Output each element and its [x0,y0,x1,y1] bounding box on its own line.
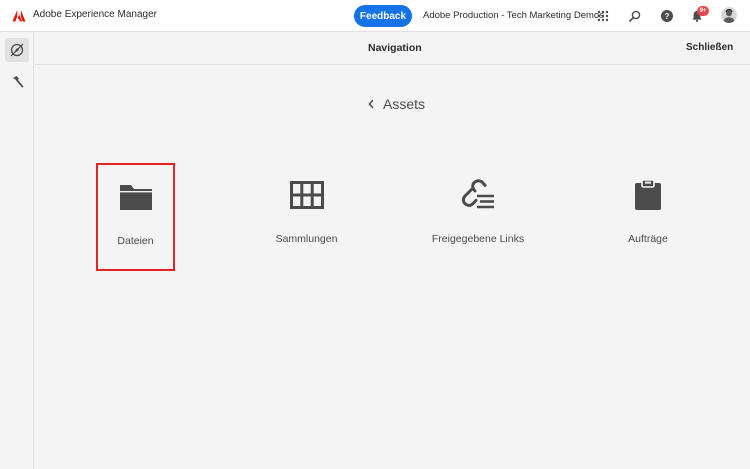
notification-badge: 9+ [697,6,709,16]
shared-link-icon [460,177,496,213]
apps-grid-icon[interactable] [595,8,611,24]
svg-text:?: ? [665,12,670,21]
top-bar: Adobe Experience Manager Feedback Adobe … [0,0,750,32]
tile-label: Dateien [117,235,154,247]
navigation-header: Navigation Schließen [35,32,750,65]
tile-dateien[interactable]: Dateien [96,163,175,271]
breadcrumb-label: Assets [383,96,426,112]
tile-label: Freigegebene Links [431,233,525,245]
page-title: Navigation [368,42,422,54]
chevron-left-icon[interactable] [367,97,377,111]
search-icon[interactable] [627,8,643,24]
navigation-compass-icon[interactable] [5,38,29,62]
tools-hammer-icon[interactable] [5,70,29,94]
tile-label: Sammlungen [275,233,338,245]
collections-grid-icon [289,177,325,213]
breadcrumb[interactable]: Assets [367,96,425,112]
close-button[interactable]: Schließen [686,42,733,53]
app-title[interactable]: Adobe Experience Manager [33,9,157,20]
org-switcher[interactable]: Adobe Production - Tech Marketing Demos [423,10,604,21]
left-rail [0,32,34,469]
tile-auftraege[interactable]: Aufträge [618,163,678,271]
clipboard-icon [630,177,666,213]
folder-icon [118,179,154,215]
tile-freigegebene-links[interactable]: Freigegebene Links [428,163,528,271]
feedback-button[interactable]: Feedback [354,5,412,27]
tile-sammlungen[interactable]: Sammlungen [267,163,346,271]
adobe-logo-icon[interactable] [12,9,26,23]
user-avatar[interactable] [721,7,737,23]
tile-label: Aufträge [628,233,668,245]
help-icon[interactable]: ? [659,8,675,24]
